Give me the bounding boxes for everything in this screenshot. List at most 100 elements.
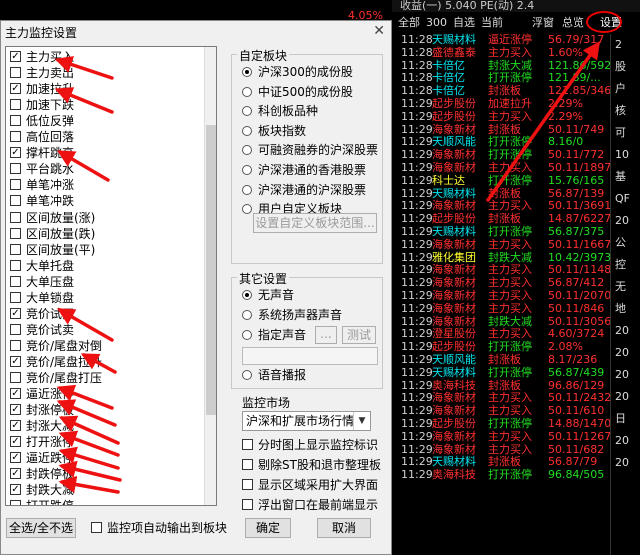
- custom-sector-range-button[interactable]: 设置自定义板块范围...: [253, 213, 377, 233]
- monitor-settings-dialog: 主力监控设置 ✕ ✓ 主力买入 主力卖出 ✓ 加速拉升 加速下跌 低位反弹 高位回落 ✓ 撑杆跳高…: [0, 20, 392, 555]
- monitor-market-select[interactable]: 沪深和扩展市场行情 ▼: [242, 411, 371, 431]
- radio-circle[interactable]: [242, 67, 252, 77]
- row-time: 11:29: [401, 468, 433, 482]
- radio-label: 指定声音: [258, 328, 307, 342]
- option-checkbox[interactable]: [242, 499, 253, 510]
- monitor-row[interactable]: 11:29 海象新材 主力买入 50.11/1897: [392, 161, 640, 175]
- monitor-item-checkbox[interactable]: [10, 131, 21, 143]
- monitor-item-checkbox[interactable]: ✓: [10, 51, 21, 62]
- radio-circle[interactable]: [242, 310, 252, 320]
- monitor-row[interactable]: 11:29 起步股份 主力买入 2.29%: [392, 110, 640, 124]
- monitor-item-checkbox[interactable]: [10, 163, 21, 175]
- auto-output-label: 监控项自动输出到板块: [107, 521, 228, 535]
- monitor-item-checkbox[interactable]: ✓: [10, 147, 21, 159]
- monitor-row[interactable]: 11:29 起步股份 加速拉升 2.29%: [392, 96, 640, 111]
- monitor-item-checkbox[interactable]: ✓: [10, 420, 21, 432]
- monitor-row[interactable]: 11:29 天赐材料 打开涨停 56.87/439: [392, 365, 640, 380]
- chevron-down-icon[interactable]: ▼: [353, 412, 370, 430]
- scrollbar-thumb[interactable]: [206, 125, 216, 415]
- monitor-item-checkbox[interactable]: [10, 99, 21, 111]
- monitor-item-checkbox[interactable]: [10, 227, 21, 239]
- monitor-item-checkbox[interactable]: ✓: [10, 307, 21, 319]
- auto-output-checkbox[interactable]: [91, 522, 102, 533]
- monitor-row[interactable]: 11:29 科士达 打开涨停 15.76/165: [392, 173, 640, 188]
- monitor-item-checkbox[interactable]: [10, 195, 21, 207]
- monitor-item-label: 主力卖出: [26, 66, 75, 81]
- list-scrollbar[interactable]: [204, 47, 216, 505]
- row-event: 主力买入: [488, 45, 532, 59]
- monitor-row[interactable]: 11:28 天赐材料 逼近涨停 56.79/317: [392, 33, 640, 47]
- monitor-row[interactable]: 11:29 天赐材料 打开涨停 56.87/375: [392, 225, 640, 239]
- browse-sound-button[interactable]: ...: [315, 326, 337, 344]
- monitor-item-checkbox[interactable]: [10, 339, 21, 351]
- row-time: 11:29: [401, 365, 433, 379]
- monitor-item-checkbox[interactable]: [10, 243, 21, 255]
- radio-circle[interactable]: [242, 184, 252, 195]
- tab-300[interactable]: 300: [426, 12, 447, 34]
- monitor-item-checkbox[interactable]: [10, 500, 21, 505]
- row-value: 15.76/165: [548, 173, 605, 187]
- monitor-item-checkbox[interactable]: ✓: [10, 484, 21, 496]
- monitor-item-checkbox[interactable]: [10, 372, 21, 383]
- test-sound-button[interactable]: 测试: [342, 326, 376, 344]
- monitor-item-checkbox[interactable]: ✓: [10, 388, 21, 400]
- monitor-row[interactable]: 11:29 奥海科技 打开涨停 96.84/505: [392, 468, 640, 482]
- radio-voice-broadcast-circle[interactable]: [242, 370, 252, 380]
- monitor-item-checkbox[interactable]: ✓: [10, 83, 21, 95]
- row-stock-name: 起步股份: [432, 340, 476, 354]
- monitor-row[interactable]: 11:29 起步股份 打开涨停 14.88/1470: [392, 417, 640, 431]
- row-time: 11:28: [401, 45, 433, 59]
- monitor-item-label: 单笔冲涨: [26, 178, 75, 193]
- side-label: 可: [615, 126, 626, 139]
- monitor-item-checkbox[interactable]: ✓: [10, 452, 21, 464]
- monitor-row[interactable]: 11:29 海象新材 主力买入 50.11/846: [392, 301, 640, 316]
- monitor-item-checkbox[interactable]: [10, 275, 21, 287]
- radio-circle[interactable]: [242, 290, 252, 300]
- ok-button[interactable]: 确定: [245, 518, 291, 538]
- monitor-item-checkbox[interactable]: [10, 323, 21, 335]
- monitor-item-checkbox[interactable]: [10, 291, 21, 303]
- monitor-items-list: ✓ 主力买入 主力卖出 ✓ 加速拉升 加速下跌 低位反弹 高位回落 ✓ 撑杆跳高 平台跳水 单笔冲涨单…: [5, 46, 217, 506]
- monitor-row[interactable]: 11:28 盛德鑫泰 主力买入 1.60%: [392, 45, 640, 60]
- select-all-button[interactable]: 全选/全不选: [6, 518, 76, 538]
- cancel-button[interactable]: 取消: [317, 518, 371, 538]
- tab-float-window[interactable]: 浮窗: [532, 12, 554, 34]
- monitor-item-checkbox[interactable]: [10, 67, 21, 79]
- tab-all[interactable]: 全部: [398, 12, 420, 34]
- close-icon[interactable]: ✕: [373, 23, 385, 39]
- monitor-item-checkbox[interactable]: [10, 259, 21, 271]
- sound-file-field[interactable]: [242, 347, 378, 365]
- side-info-column: 2 股户核可 10 基 QF 20 公控无地 20 20 20 20 日 20 20: [610, 34, 640, 555]
- row-time: 11:29: [401, 173, 433, 187]
- row-time: 11:29: [401, 301, 433, 315]
- monitor-item-checkbox[interactable]: [10, 179, 21, 191]
- monitor-row[interactable]: 11:29 海象新材 主力买入 50.11/1267: [392, 430, 640, 444]
- monitor-item-checkbox[interactable]: ✓: [10, 436, 21, 448]
- monitor-item-checkbox[interactable]: ✓: [10, 468, 21, 480]
- monitor-row[interactable]: 11:29 海象新材 主力买入 50.11/610: [392, 404, 640, 418]
- monitor-item-checkbox[interactable]: [10, 211, 21, 223]
- side-label: 公: [615, 236, 626, 249]
- radio-circle[interactable]: [242, 165, 252, 175]
- monitor-item-checkbox[interactable]: ✓: [10, 404, 21, 416]
- monitor-item-label: 大单压盘: [26, 274, 75, 289]
- row-stock-name: 奥海科技: [432, 468, 476, 482]
- radio-label: 沪深300的成份股: [258, 65, 353, 79]
- radio-circle[interactable]: [242, 86, 252, 97]
- option-checkbox[interactable]: [242, 479, 253, 490]
- option-checkbox[interactable]: [242, 439, 253, 450]
- tab-current[interactable]: 当前: [481, 12, 503, 34]
- tab-watchlist[interactable]: 自选: [453, 12, 475, 34]
- dialog-titlebar[interactable]: 主力监控设置 ✕: [1, 21, 391, 43]
- radio-circle[interactable]: [242, 330, 252, 340]
- monitor-row[interactable]: 11:29 天顺风能 封涨板 8.17/236: [392, 353, 640, 367]
- monitor-item-checkbox[interactable]: ✓: [10, 355, 21, 367]
- monitor-row[interactable]: 11:29 海象新材 主力买入 50.11/2070: [392, 289, 640, 303]
- monitor-item-checkbox[interactable]: [10, 115, 21, 127]
- monitor-row[interactable]: 11:29 起步股份 打开涨停 2.08%: [392, 340, 640, 354]
- tab-overview[interactable]: 总览: [562, 12, 584, 34]
- row-time: 11:29: [401, 96, 433, 110]
- monitor-row[interactable]: 11:29 海象新材 主力买入 50.11/1667: [392, 238, 640, 252]
- radio-circle[interactable]: [242, 125, 252, 136]
- option-checkbox[interactable]: [242, 459, 253, 470]
